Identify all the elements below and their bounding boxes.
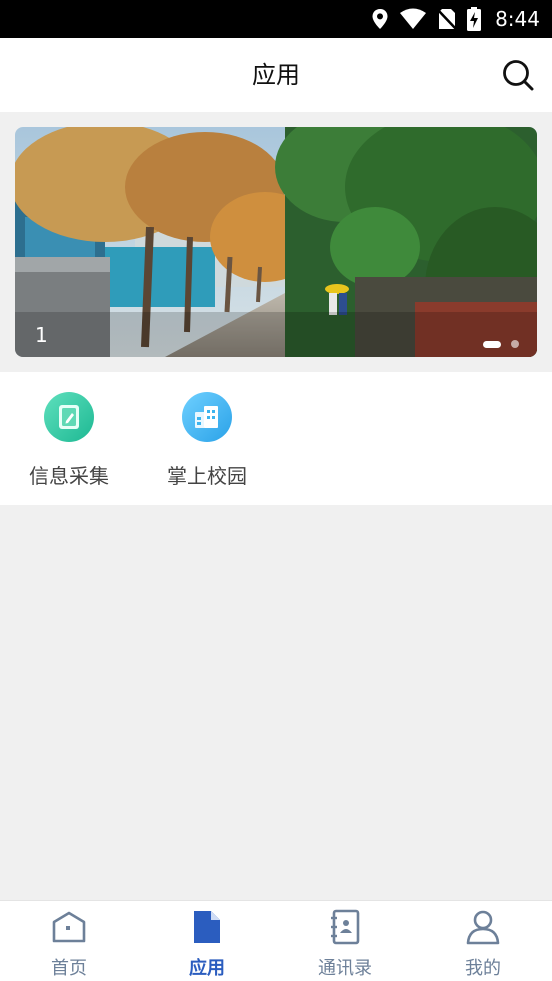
document-icon [138,908,276,946]
location-icon [372,9,388,29]
banner-image [15,127,537,357]
tab-home[interactable]: 首页 [0,901,138,981]
bottom-tab-bar: 首页 应用 通讯录 我的 [0,900,552,981]
search-icon [503,60,534,91]
tab-apps[interactable]: 应用 [138,901,276,981]
tab-label: 应用 [189,958,225,979]
tab-mine[interactable]: 我的 [414,901,552,981]
note-pencil-icon [44,392,94,442]
contacts-book-icon [276,908,414,946]
search-button[interactable] [500,57,536,93]
app-item-info-collect[interactable]: 信息采集 [14,392,124,489]
app-header: 应用 [0,38,552,112]
status-icons: 8:44 [371,0,540,38]
app-grid: 信息采集 掌上校园 [0,372,552,505]
banner-carousel[interactable]: 1 [15,127,537,357]
banner-dot-active[interactable] [483,340,501,348]
no-sim-icon [437,9,457,30]
page-title: 应用 [252,61,300,89]
banner-pagination[interactable] [483,340,519,348]
status-time: 8:44 [495,7,540,31]
banner-dot[interactable] [511,340,519,348]
app-item-campus[interactable]: 掌上校园 [152,392,262,489]
building-icon [182,392,232,442]
app-label: 信息采集 [29,464,109,488]
wifi-icon [400,8,427,29]
tab-label: 通讯录 [318,958,372,979]
banner-index: 1 [35,323,48,347]
home-icon [0,908,138,946]
status-bar: 8:44 [0,0,552,38]
battery-charging-icon [467,7,482,31]
banner-section: 1 [0,112,552,372]
tab-label: 首页 [51,958,87,979]
tab-label: 我的 [465,958,501,979]
person-icon [414,908,552,946]
tab-contacts[interactable]: 通讯录 [276,901,414,981]
app-label: 掌上校园 [167,464,247,488]
